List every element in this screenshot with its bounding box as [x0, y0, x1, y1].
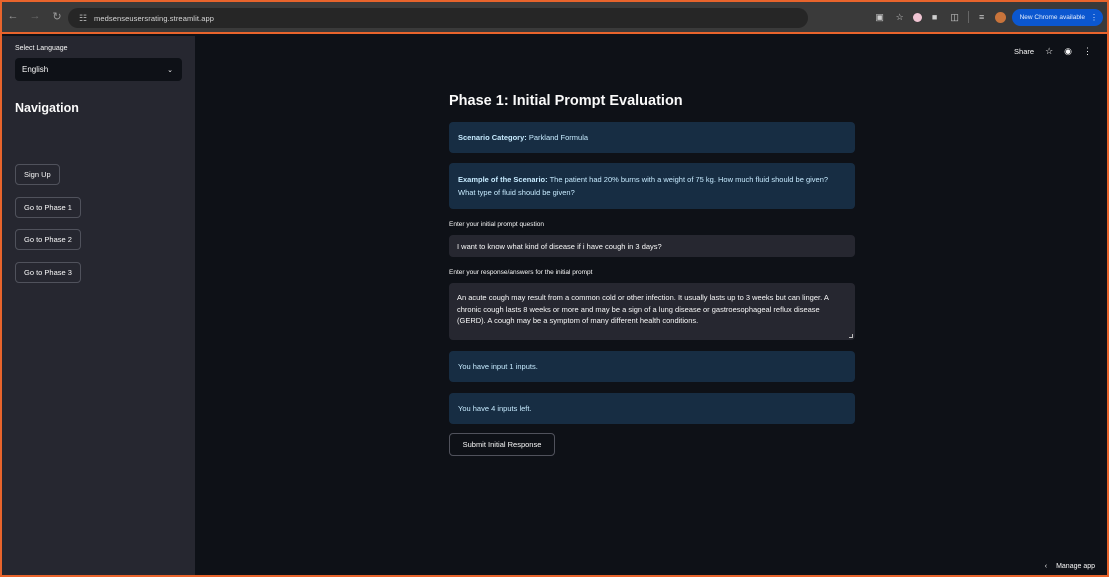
language-label: Select Language [15, 45, 68, 52]
scenario-example-label: Example of the Scenario: [458, 175, 548, 184]
update-chrome-button[interactable]: New Chrome available ⋮ [1011, 8, 1103, 26]
language-value: English [22, 65, 49, 74]
scenario-category-label: Scenario Category: [458, 133, 527, 142]
app-header-actions: Share ☆ ◉ ⋮ [1014, 46, 1092, 57]
update-label: New Chrome available [1019, 13, 1085, 21]
response-text: An acute cough may result from a common … [457, 293, 829, 325]
prompt-input[interactable]: I want to know what kind of disease if i… [449, 235, 855, 257]
profile-avatar[interactable] [994, 11, 1006, 23]
scenario-example-box: Example of the Scenario: The patient had… [449, 163, 855, 209]
site-info-icon[interactable]: ☷ [76, 11, 90, 25]
inputs-done-text: You have input 1 inputs. [458, 362, 538, 371]
language-select[interactable]: English ⌄ [15, 58, 182, 81]
reload-icon[interactable]: ↻ [48, 7, 66, 25]
manage-app-button[interactable]: ‹ Manage app [1045, 563, 1095, 570]
extension-icon[interactable] [912, 12, 922, 22]
page-title: Phase 1: Initial Prompt Evaluation [449, 93, 683, 109]
phase-1-button[interactable]: Go to Phase 1 [15, 197, 81, 218]
inputs-done-box: You have input 1 inputs. [449, 351, 855, 382]
reading-list-icon[interactable]: ≡ [975, 10, 989, 24]
sidebar [2, 36, 195, 575]
submit-initial-response-button[interactable]: Submit Initial Response [449, 433, 555, 456]
cast-icon[interactable]: ▣ [873, 10, 887, 24]
navigation-title: Navigation [15, 101, 79, 115]
phase-2-button[interactable]: Go to Phase 2 [15, 229, 81, 250]
kebab-menu-icon: ⋮ [1090, 12, 1098, 22]
browser-toolbar: ← → ↻ ☷ medsenseusersrating.streamlit.ap… [0, 0, 1109, 34]
resize-handle[interactable] [849, 334, 853, 338]
sign-up-button[interactable]: Sign Up [15, 164, 60, 185]
chevron-left-icon: ‹ [1044, 563, 1048, 570]
more-menu-icon[interactable]: ⋮ [1083, 46, 1092, 57]
scenario-category-value: Parkland Formula [528, 133, 589, 142]
forward-icon[interactable]: → [26, 7, 44, 25]
url-text[interactable]: medsenseusersrating.streamlit.app [94, 14, 214, 23]
github-icon[interactable]: ◉ [1064, 46, 1072, 57]
extension-square-icon[interactable]: ■ [928, 10, 942, 24]
prompt-label: Enter your initial prompt question [449, 221, 545, 228]
star-icon[interactable]: ☆ [1045, 46, 1053, 57]
response-textarea[interactable]: An acute cough may result from a common … [449, 283, 855, 340]
share-button[interactable]: Share [1014, 47, 1034, 56]
chevron-down-icon: ⌄ [167, 66, 173, 74]
bookmark-star-icon[interactable]: ☆ [893, 10, 907, 24]
address-bar[interactable]: ☷ medsenseusersrating.streamlit.app [68, 8, 808, 28]
back-icon[interactable]: ← [4, 7, 22, 25]
phase-3-button[interactable]: Go to Phase 3 [15, 262, 81, 283]
manage-app-label: Manage app [1056, 563, 1095, 570]
inputs-left-box: You have 4 inputs left. [449, 393, 855, 424]
response-label: Enter your response/answers for the init… [449, 269, 593, 276]
scenario-category-box: Scenario Category: Parkland Formula [449, 122, 855, 153]
toolbar-divider [967, 11, 969, 23]
inputs-left-text: You have 4 inputs left. [458, 404, 532, 413]
puzzle-icon[interactable]: ◫ [948, 10, 962, 24]
